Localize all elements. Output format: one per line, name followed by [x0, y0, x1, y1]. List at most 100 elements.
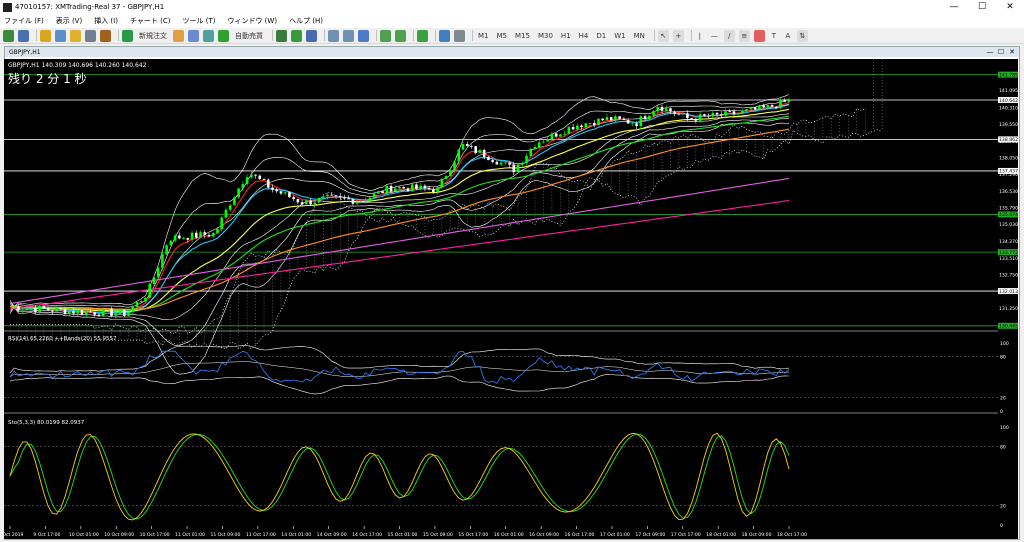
chart-maximize-button[interactable]: ☐ [996, 47, 1006, 57]
title-bar: 47010157: XMTrading-Real 37 - GBPJPY,H1 … [0, 0, 1024, 14]
zoom-out-icon[interactable] [343, 29, 354, 42]
time-tick-label: 10 Oct 09:00 [104, 532, 134, 538]
candle-body [216, 228, 219, 234]
navigator-icon[interactable] [70, 29, 81, 42]
candle-body [461, 144, 465, 150]
trendline-icon[interactable]: / [723, 29, 735, 42]
candle-body [736, 112, 740, 115]
candle-body [609, 117, 613, 121]
menu-tools[interactable]: ツール (T) [182, 16, 215, 26]
data-window-icon[interactable] [55, 29, 66, 42]
time-tick-label: 16 Oct 17:00 [565, 532, 595, 538]
timeframe-m1[interactable]: M1 [476, 30, 491, 42]
candlestick-icon[interactable] [291, 29, 302, 42]
market-icon[interactable] [203, 29, 214, 42]
time-tick-label: 17 Oct 17:00 [671, 532, 701, 538]
channel-icon[interactable]: ≡ [738, 29, 750, 42]
candle-body [199, 232, 202, 238]
signals-icon[interactable] [188, 29, 199, 42]
close-button[interactable]: ✕ [996, 0, 1024, 14]
candle-body [76, 310, 80, 314]
period-icon[interactable] [439, 29, 450, 42]
minimize-button[interactable]: — [940, 0, 968, 14]
candle-body [241, 184, 245, 189]
candle-body [275, 189, 279, 192]
vertical-line-tool[interactable]: | [695, 30, 705, 42]
menu-view[interactable]: 表示 (V) [56, 16, 82, 26]
menu-charts[interactable]: チャート (C) [130, 16, 171, 26]
price-tick-label: 141.095 [999, 88, 1018, 94]
timeframe-m5[interactable]: M5 [495, 30, 510, 42]
maximize-button[interactable]: ☐ [968, 0, 996, 14]
candle-body [474, 146, 478, 153]
candle-body [719, 114, 723, 116]
candle-body [228, 205, 232, 210]
metaeditor-icon[interactable] [173, 29, 184, 42]
text-label-tool[interactable]: A [783, 30, 793, 42]
chart-shift-icon[interactable] [380, 29, 391, 42]
menu-window[interactable]: ウィンドウ (W) [227, 16, 277, 26]
candle-body [584, 123, 588, 128]
bar-chart-icon[interactable] [276, 29, 287, 42]
chart-close-button[interactable]: ✕ [1007, 47, 1017, 57]
price-level-label: 135.474 [999, 212, 1018, 218]
candle-body [690, 118, 693, 119]
candle-body [597, 118, 600, 126]
price-tick-label: 139.550 [999, 122, 1018, 128]
timeframe-h1[interactable]: H1 [559, 30, 573, 42]
candle-body [118, 309, 122, 314]
candle-body [266, 179, 270, 188]
timeframe-d1[interactable]: D1 [594, 30, 608, 42]
templates-icon[interactable] [454, 29, 465, 42]
candle-body [444, 176, 448, 179]
time-tick-label: 16 Oct 09:00 [529, 532, 559, 538]
toolbar-separator [36, 30, 37, 41]
candle-body [38, 306, 41, 312]
crosshair-icon[interactable]: + [672, 29, 684, 42]
auto-trading-button[interactable]: 自動売買 [233, 30, 265, 42]
menu-file[interactable]: ファイル (F) [4, 16, 44, 26]
cursor-icon[interactable]: ↖ [657, 29, 669, 42]
candle-body [639, 116, 643, 127]
new-order-button[interactable]: 新規注文 [137, 30, 169, 42]
candle-body [123, 309, 126, 316]
timeframe-mn[interactable]: MN [632, 30, 647, 42]
candle-body [292, 197, 295, 200]
rsi-tick-label: 80 [1000, 355, 1006, 361]
indicators-icon[interactable] [417, 29, 428, 42]
profiles-icon[interactable] [18, 29, 29, 42]
timeframe-m30[interactable]: M30 [536, 30, 555, 42]
timeframe-h4[interactable]: H4 [577, 30, 591, 42]
menu-insert[interactable]: 挿入 (I) [94, 16, 118, 26]
tester-icon[interactable] [100, 29, 111, 42]
timeframe-w1[interactable]: W1 [612, 30, 627, 42]
candle-body [732, 111, 736, 115]
candle-body [330, 194, 334, 196]
chart-minimize-button[interactable]: — [985, 47, 995, 57]
candle-body [546, 139, 549, 142]
timeframe-m15[interactable]: M15 [513, 30, 532, 42]
candle-body [427, 188, 431, 190]
horizontal-line-tool[interactable]: — [709, 30, 720, 42]
line-chart-icon[interactable] [306, 29, 317, 42]
chart-canvas[interactable]: GBPJPY,H1 140.309 140.696 140.260 140.64… [4, 59, 1018, 539]
text-tool[interactable]: T [769, 30, 779, 42]
fibonacci-icon[interactable] [753, 29, 765, 42]
candle-body [576, 125, 579, 130]
candle-body [139, 301, 143, 302]
candle-body [207, 235, 211, 237]
autoscroll-icon[interactable] [395, 29, 406, 42]
menu-help[interactable]: ヘルプ (H) [289, 16, 323, 26]
candle-body [571, 127, 575, 130]
tile-windows-icon[interactable] [358, 29, 369, 42]
new-chart-icon[interactable] [3, 29, 14, 42]
candle-body [482, 150, 486, 157]
candle-body [622, 118, 626, 120]
candle-body [508, 162, 511, 165]
zoom-in-icon[interactable] [328, 29, 339, 42]
arrows-icon[interactable]: ⇅ [796, 29, 808, 42]
candle-body [588, 122, 592, 124]
terminal-icon[interactable] [85, 29, 96, 42]
market-watch-icon[interactable] [40, 29, 51, 42]
toolbar-separator [435, 30, 436, 41]
